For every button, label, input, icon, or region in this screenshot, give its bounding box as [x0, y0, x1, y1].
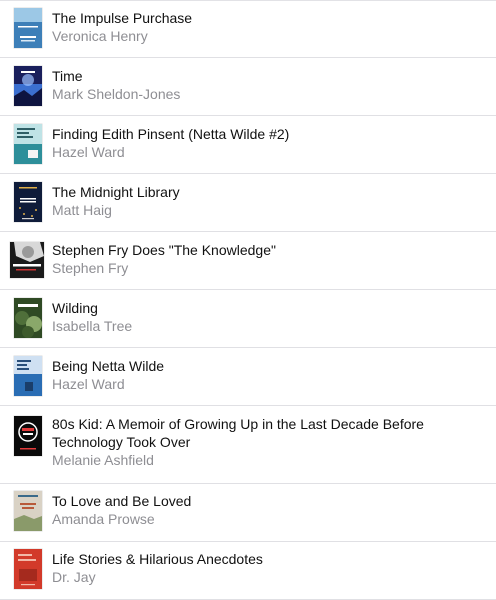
book-author: Melanie Ashfield	[52, 452, 154, 468]
book-cover-wilding-icon	[14, 298, 42, 338]
book-author: Matt Haig	[52, 202, 112, 218]
list-item[interactable]: To Love and Be Loved Amanda Prowse	[0, 484, 496, 542]
list-item[interactable]: Being Netta Wilde Hazel Ward	[0, 348, 496, 406]
list-item[interactable]: The Impulse Purchase Veronica Henry	[0, 0, 496, 58]
book-cover-to-love-and-be-loved-icon	[14, 491, 42, 531]
book-author: Isabella Tree	[52, 318, 133, 334]
list-item[interactable]: Time Mark Sheldon-Jones	[0, 58, 496, 116]
book-title: The Midnight Library	[52, 184, 180, 200]
book-author: Hazel Ward	[52, 376, 125, 392]
book-cover-80s-kid-icon	[14, 416, 42, 456]
list-item[interactable]: Wilding Isabella Tree	[0, 290, 496, 348]
book-cover-being-netta-wilde-icon	[14, 356, 42, 396]
book-author: Dr. Jay	[52, 569, 96, 585]
list-item[interactable]: 80s Kid: A Memoir of Growing Up in the L…	[0, 406, 496, 484]
book-title: Stephen Fry Does "The Knowledge"	[52, 242, 276, 258]
book-author: Mark Sheldon-Jones	[52, 86, 181, 102]
book-title: Life Stories & Hilarious Anecdotes	[52, 551, 263, 567]
book-list: The Impulse Purchase Veronica Henry Time…	[0, 0, 496, 600]
book-cover-impulse-purchase-icon	[14, 8, 42, 48]
list-item[interactable]: The Midnight Library Matt Haig	[0, 174, 496, 232]
list-item[interactable]: Finding Edith Pinsent (Netta Wilde #2) H…	[0, 116, 496, 174]
book-author: Veronica Henry	[52, 28, 148, 44]
book-author: Stephen Fry	[52, 260, 129, 276]
book-title: To Love and Be Loved	[52, 493, 192, 509]
book-cover-time-icon	[14, 66, 42, 106]
book-title: Wilding	[52, 300, 98, 316]
book-title: 80s Kid: A Memoir of Growing Up in the L…	[52, 416, 424, 450]
list-item[interactable]: Life Stories & Hilarious Anecdotes Dr. J…	[0, 542, 496, 600]
book-title: Being Netta Wilde	[52, 358, 165, 374]
book-author: Hazel Ward	[52, 144, 125, 160]
book-cover-life-stories-icon	[14, 549, 42, 589]
book-author: Amanda Prowse	[52, 511, 155, 527]
book-title: Time	[52, 68, 83, 84]
book-title: The Impulse Purchase	[52, 10, 193, 26]
book-title: Finding Edith Pinsent (Netta Wilde #2)	[52, 126, 290, 142]
list-item[interactable]: Stephen Fry Does "The Knowledge" Stephen…	[0, 232, 496, 290]
book-cover-finding-edith-pinsent-icon	[14, 124, 42, 164]
book-cover-stephen-fry-icon	[10, 242, 44, 278]
book-cover-midnight-library-icon	[14, 182, 42, 222]
